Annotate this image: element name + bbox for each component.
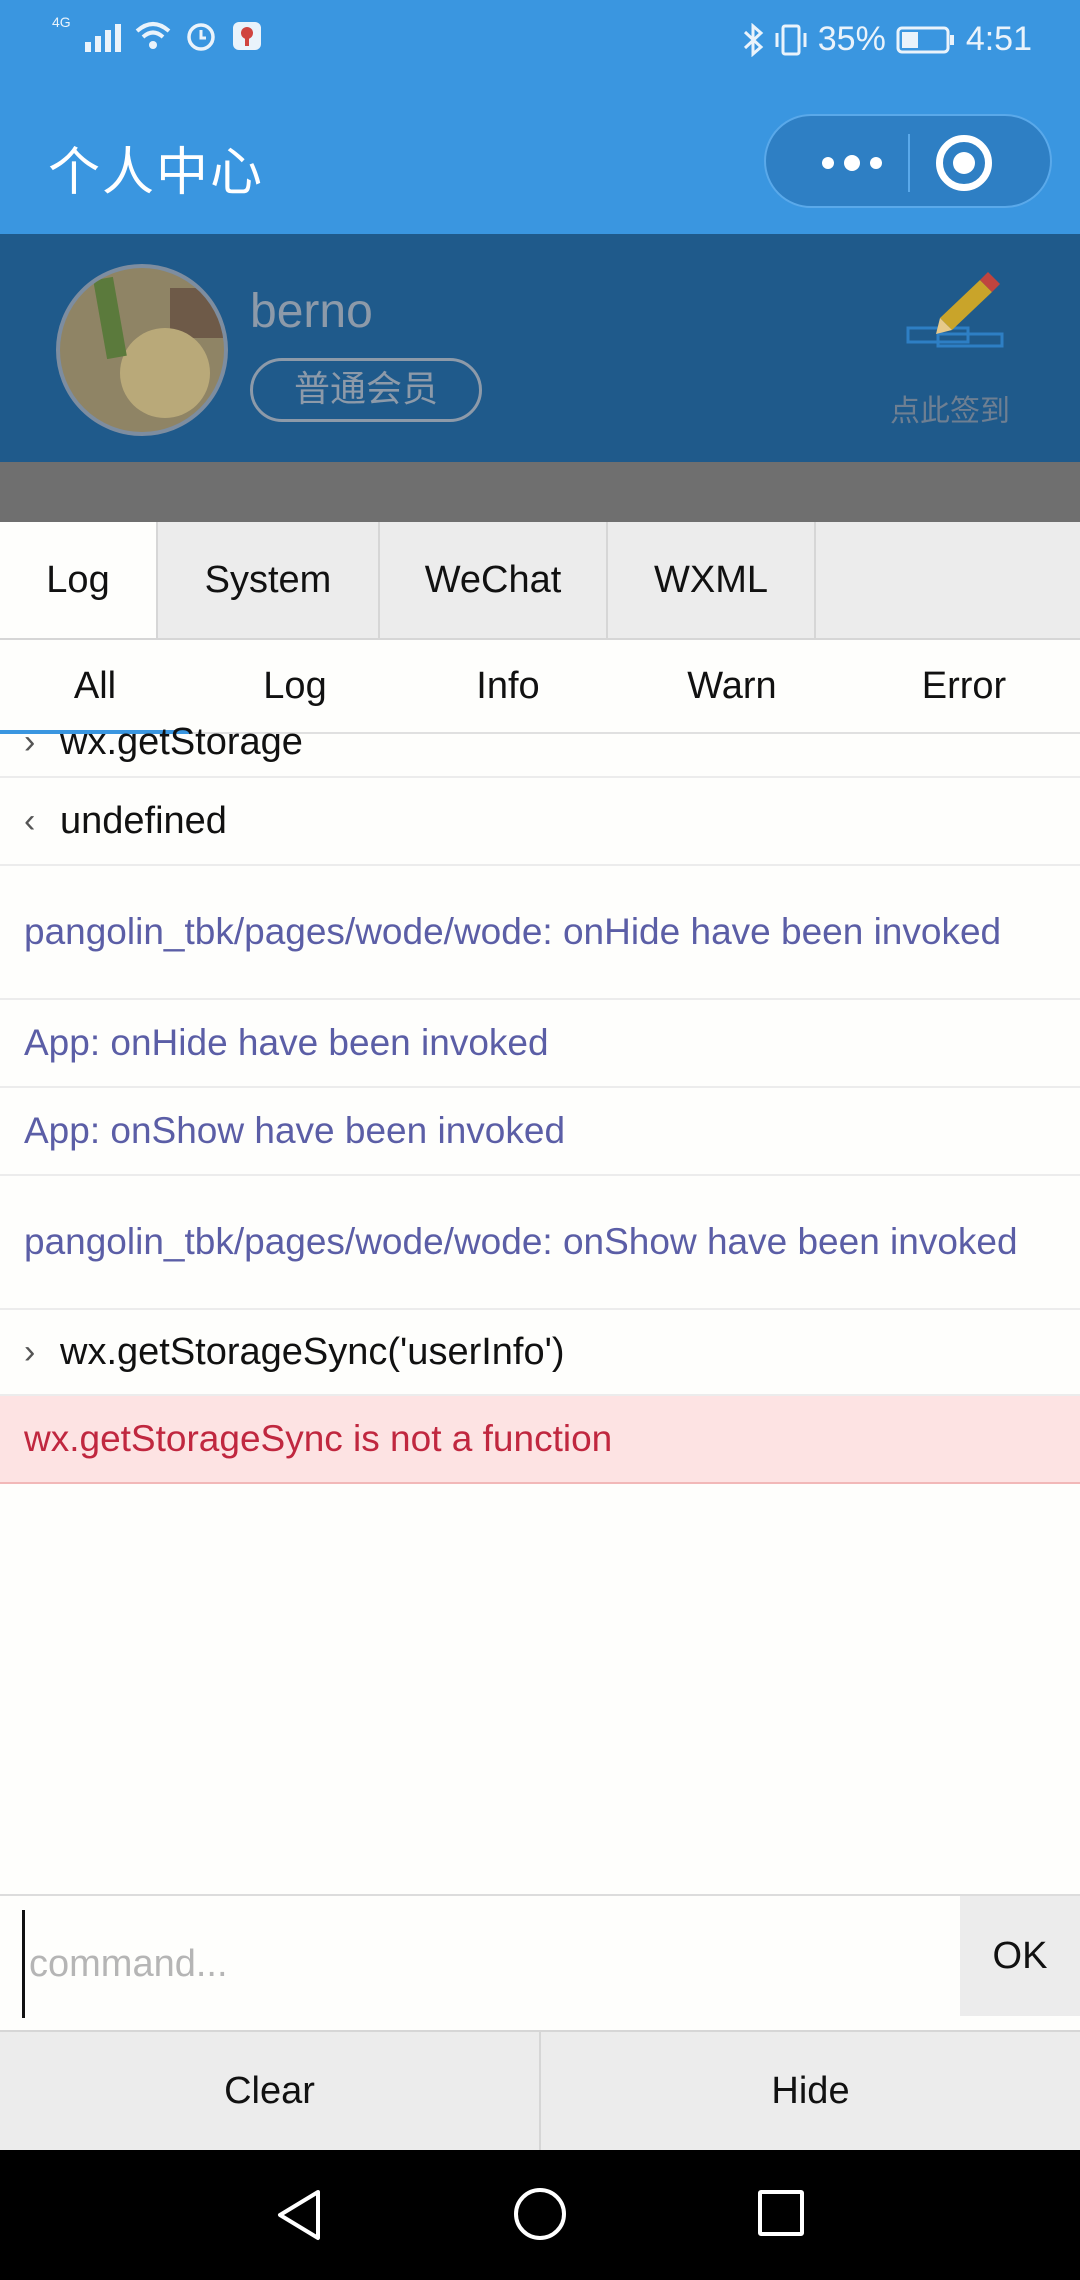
- system-nav-bar: [0, 2150, 1080, 2280]
- miniprogram-capsule: [764, 114, 1052, 208]
- log-entry-error[interactable]: wx.getStorageSync is not a function: [0, 1396, 1080, 1484]
- expand-arrow-icon[interactable]: ›: [24, 723, 60, 762]
- close-miniprogram-icon[interactable]: [936, 135, 992, 191]
- ok-button[interactable]: OK: [960, 1896, 1080, 2016]
- wifi-icon: [135, 22, 171, 49]
- vconsole-panel: Log System WeChat WXML All Log Info Warn…: [0, 522, 1080, 2150]
- battery-percent: 35%: [817, 20, 886, 58]
- expand-arrow-icon[interactable]: ›: [24, 1333, 60, 1372]
- log-entry-info[interactable]: pangolin_tbk/pages/wode/wode: onShow hav…: [0, 1176, 1080, 1310]
- app-notification-icon: [232, 22, 261, 50]
- log-text: App: onShow have been invoked: [24, 1110, 566, 1151]
- overlay-mask[interactable]: [0, 462, 1080, 522]
- tab-wxml[interactable]: WXML: [608, 522, 816, 638]
- log-entry-output[interactable]: ‹ undefined: [0, 778, 1080, 866]
- log-text: pangolin_tbk/pages/wode/wode: onShow hav…: [24, 1221, 1018, 1262]
- title-bar: 个人中心: [0, 92, 1080, 234]
- alarm-icon: [186, 23, 215, 51]
- tab-log[interactable]: Log: [0, 522, 158, 638]
- status-bar: 4G 35% 4:51: [0, 0, 1080, 92]
- log-text: pangolin_tbk/pages/wode/wode: onHide hav…: [24, 911, 1002, 952]
- log-text: wx.getStorage: [60, 720, 303, 763]
- member-level-badge: 普通会员: [250, 358, 482, 422]
- log-entry-info[interactable]: App: onHide have been invoked: [0, 1000, 1080, 1088]
- home-icon[interactable]: [514, 2188, 566, 2240]
- sign-in-icon[interactable]: [900, 268, 1010, 358]
- log-text: App: onHide have been invoked: [24, 1022, 549, 1063]
- log-entry-input[interactable]: › wx.getStorageSync('userInfo'): [0, 1310, 1080, 1396]
- signal-icon: [84, 20, 121, 52]
- log-list: › wx.getStorage ‹ undefined pangolin_tbk…: [0, 721, 1080, 1484]
- command-input[interactable]: [22, 1910, 952, 2018]
- sign-in-label[interactable]: 点此签到: [890, 386, 1010, 430]
- back-icon[interactable]: [274, 2188, 324, 2242]
- username: berno: [250, 285, 373, 338]
- battery-icon: [896, 26, 954, 53]
- profile-header: berno 普通会员 点此签到: [0, 234, 1080, 462]
- vibrate-icon: [775, 24, 807, 55]
- more-icon[interactable]: [804, 116, 900, 210]
- return-arrow-icon: ‹: [24, 801, 36, 840]
- bluetooth-icon: [743, 22, 763, 57]
- hide-button[interactable]: Hide: [541, 2032, 1080, 2150]
- console-tabs: Log System WeChat WXML: [0, 522, 1080, 640]
- tab-system[interactable]: System: [158, 522, 380, 638]
- recent-apps-icon[interactable]: [758, 2190, 804, 2236]
- log-text: wx.getStorageSync('userInfo'): [60, 1330, 565, 1373]
- log-entry-info[interactable]: App: onShow have been invoked: [0, 1088, 1080, 1176]
- tab-wechat[interactable]: WeChat: [380, 522, 608, 638]
- log-entry-info[interactable]: pangolin_tbk/pages/wode/wode: onHide hav…: [0, 866, 1080, 1000]
- capsule-divider: [908, 134, 910, 192]
- clear-button[interactable]: Clear: [0, 2032, 541, 2150]
- network-type: 4G: [52, 14, 71, 30]
- log-entry-input[interactable]: › wx.getStorage: [0, 708, 1080, 778]
- avatar[interactable]: [56, 264, 228, 436]
- log-text: wx.getStorageSync is not a function: [24, 1418, 613, 1459]
- page-title: 个人中心: [48, 143, 265, 203]
- clock: 4:51: [965, 20, 1032, 58]
- log-text: undefined: [60, 799, 227, 842]
- console-actions: Clear Hide: [0, 2030, 1080, 2150]
- command-bar: OK: [0, 1894, 1080, 2030]
